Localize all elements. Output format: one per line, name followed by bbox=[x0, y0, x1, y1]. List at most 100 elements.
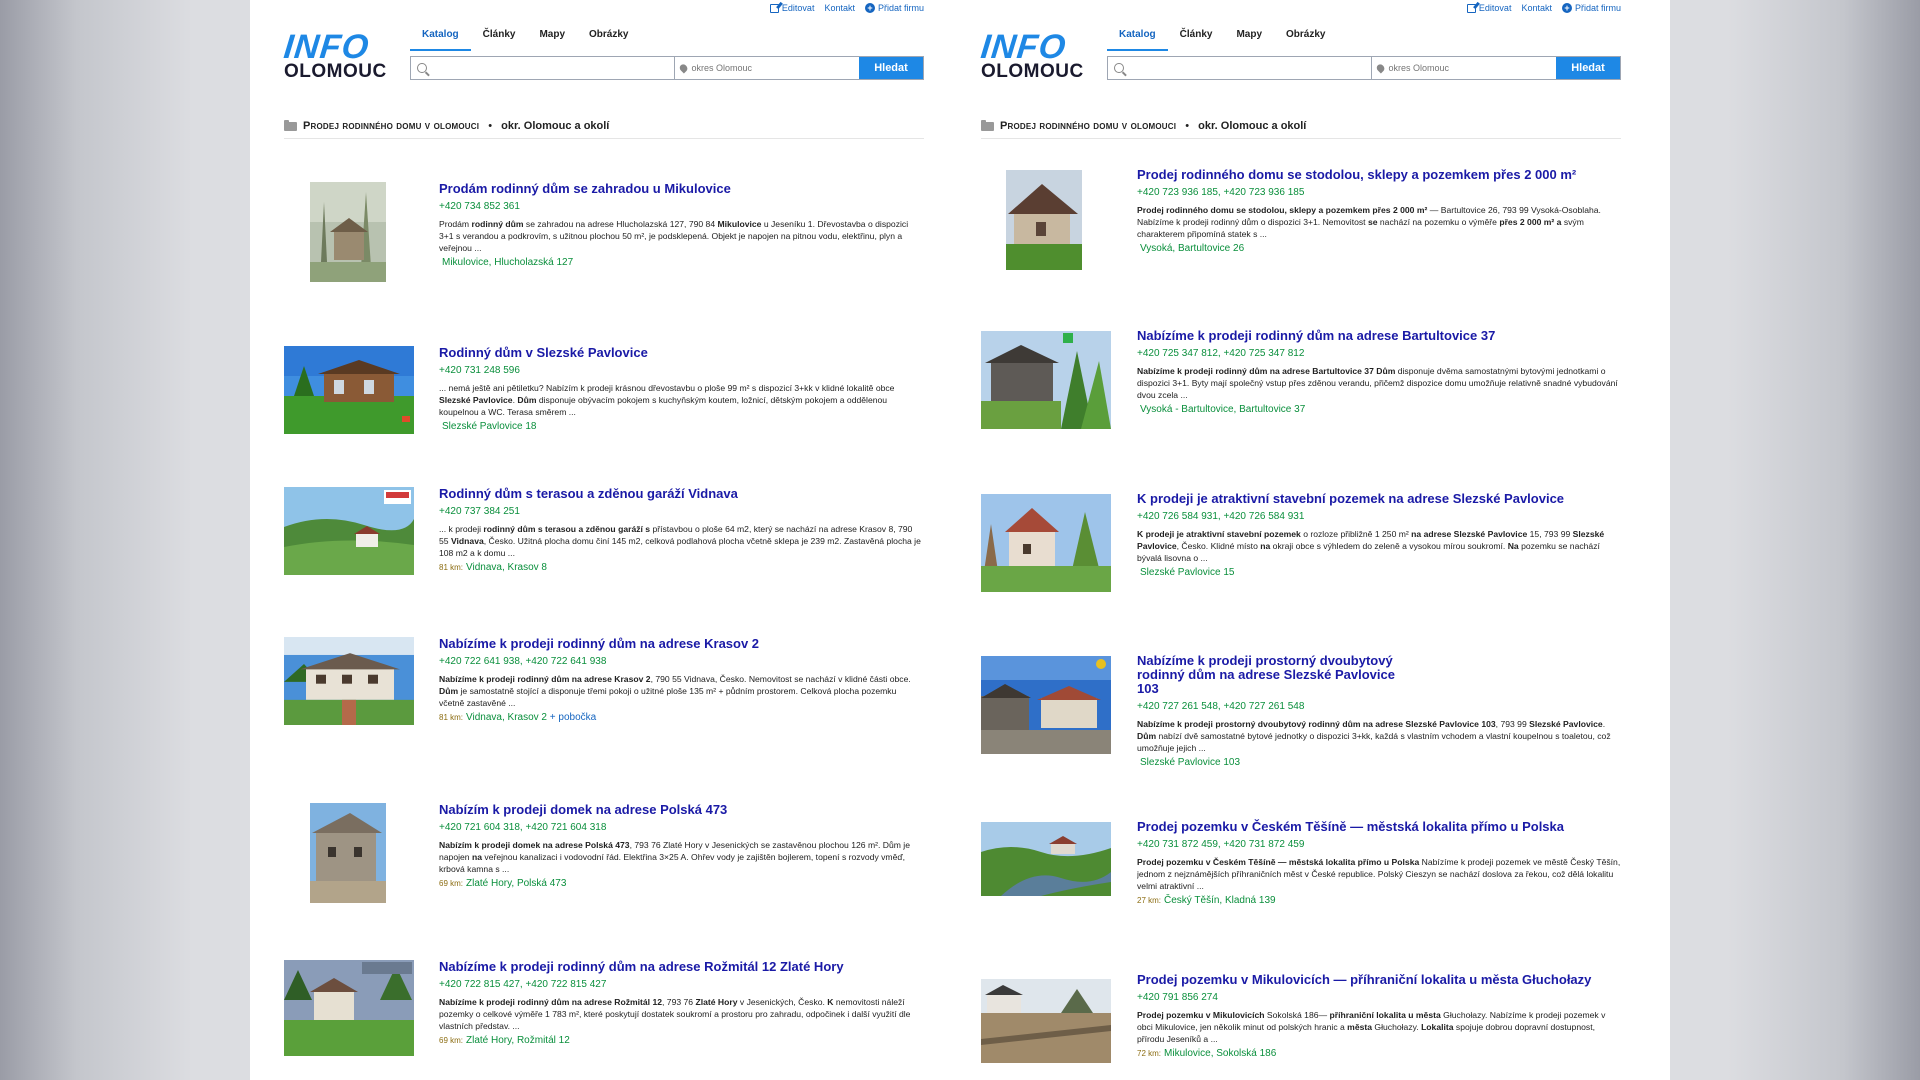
listing-thumbnail[interactable] bbox=[981, 979, 1111, 1063]
listing-thumbnail[interactable] bbox=[310, 803, 386, 903]
listing-address[interactable]: Zlaté Hory, Polská 473 bbox=[466, 878, 566, 889]
listing-description: Prodám rodinný dům se zahradou na adrese… bbox=[439, 219, 909, 253]
location-field bbox=[1372, 57, 1556, 79]
listing-address[interactable]: Zlaté Hory, Rožmitál 12 bbox=[466, 1035, 570, 1046]
listing-title[interactable]: Nabízíme k prodeji rodinný dům na adrese… bbox=[439, 637, 924, 651]
location-pin-icon bbox=[678, 62, 690, 74]
listing-thumbnail[interactable] bbox=[981, 656, 1111, 754]
top-links: Editovat Kontakt + Přidat firmu bbox=[1466, 3, 1621, 13]
listing-phone[interactable]: +420 727 261 548, +420 727 261 548 bbox=[1137, 701, 1621, 713]
listing-phone[interactable]: +420 723 936 185, +420 723 936 185 bbox=[1137, 187, 1621, 199]
listing-phone[interactable]: +420 731 872 459, +420 731 872 459 bbox=[1137, 839, 1621, 851]
listing-title[interactable]: Nabízíme k prodeji prostorný dvoubytový … bbox=[1137, 654, 1407, 696]
search-button[interactable]: Hledat bbox=[1556, 57, 1620, 79]
listing-thumbnail[interactable] bbox=[1006, 170, 1082, 270]
listing-description: Nabízíme k prodeji rodinný dům na adrese… bbox=[439, 997, 911, 1031]
breadcrumb-separator: • bbox=[1182, 120, 1193, 132]
location-input[interactable] bbox=[1388, 63, 1556, 73]
listing-phone[interactable]: +420 726 584 931, +420 726 584 931 bbox=[1137, 511, 1621, 523]
site-logo[interactable]: INFO OLOMOUC bbox=[979, 28, 1093, 81]
listing-thumbnail[interactable] bbox=[284, 487, 414, 575]
stone-barn-house-image bbox=[1006, 170, 1082, 270]
building-plot-image bbox=[981, 494, 1111, 592]
listing-thumbnail[interactable] bbox=[284, 637, 414, 725]
listing-phone[interactable]: +420 725 347 812, +420 725 347 812 bbox=[1137, 348, 1621, 360]
listing-phone[interactable]: +420 721 604 318, +420 721 604 318 bbox=[439, 822, 924, 834]
contact-link[interactable]: Kontakt bbox=[1521, 3, 1552, 13]
listing-address[interactable]: Český Těšín, Kladná 139 bbox=[1164, 895, 1276, 906]
listing-branch-link[interactable]: + pobočka bbox=[550, 712, 596, 723]
add-company-link[interactable]: + Přidat firmu bbox=[1561, 3, 1621, 13]
tab-obrazky[interactable]: Obrázky bbox=[577, 26, 640, 51]
listing-title[interactable]: Prodej pozemku v Českém Těšíně — městská… bbox=[1137, 820, 1621, 834]
listing-address-line: 81 km: Vidnava, Krasov 2 + pobočka bbox=[439, 712, 924, 724]
listing-address[interactable]: Slezské Pavlovice 15 bbox=[1140, 567, 1235, 578]
add-company-label: Přidat firmu bbox=[877, 3, 924, 13]
search-button[interactable]: Hledat bbox=[859, 57, 923, 79]
tab-katalog[interactable]: Katalog bbox=[1107, 26, 1168, 51]
listing-thumbnail[interactable] bbox=[284, 346, 414, 434]
listing-address[interactable]: Mikulovice, Hlucholazská 127 bbox=[442, 257, 573, 268]
listing-address[interactable]: Slezské Pavlovice 103 bbox=[1140, 757, 1240, 768]
listing-title[interactable]: Rodinný dům v Slezské Pavlovice bbox=[439, 346, 924, 360]
location-input[interactable] bbox=[691, 63, 859, 73]
breadcrumb-category[interactable]: Prodej rodinného domu v olomouci bbox=[1000, 120, 1176, 132]
tab-clanky[interactable]: Články bbox=[1168, 26, 1225, 51]
listing-description: Prodej rodinného domu se stodolou, sklep… bbox=[1137, 205, 1601, 239]
listing-description: Nabízíme k prodeji rodinný dům na adrese… bbox=[439, 674, 911, 708]
listing-phone[interactable]: +420 737 384 251 bbox=[439, 506, 924, 518]
listing-thumbnail[interactable] bbox=[981, 822, 1111, 896]
listing-address-line: Slezské Pavlovice 18 bbox=[439, 421, 924, 433]
tab-mapy[interactable]: Mapy bbox=[527, 26, 577, 51]
listing-title[interactable]: K prodeji je atraktivní stavební pozemek… bbox=[1137, 492, 1621, 506]
listing-description: Nabízíme k prodeji rodinný dům na adrese… bbox=[1137, 366, 1618, 400]
search-input[interactable] bbox=[432, 63, 674, 73]
listing-address[interactable]: Mikulovice, Sokolská 186 bbox=[1164, 1048, 1276, 1059]
listing-thumbnail[interactable] bbox=[981, 331, 1111, 429]
listing-address-line: Vysoká - Bartultovice, Bartultovice 37 bbox=[1137, 404, 1621, 416]
edit-link-label: Editovat bbox=[1478, 3, 1512, 13]
listing-phone[interactable]: +420 734 852 361 bbox=[439, 201, 924, 213]
breadcrumb-separator: • bbox=[485, 120, 496, 132]
listing-phone[interactable]: +420 791 856 274 bbox=[1137, 992, 1621, 1004]
listing-title[interactable]: Prodej pozemku v Mikulovicích — příhrani… bbox=[1137, 973, 1621, 987]
listing-title[interactable]: Nabízím k prodeji domek na adrese Polská… bbox=[439, 803, 924, 817]
listing-title[interactable]: Prodej rodinného domu se stodolou, sklep… bbox=[1137, 168, 1621, 182]
tab-obrazky[interactable]: Obrázky bbox=[1274, 26, 1337, 51]
listing-title[interactable]: Rodinný dům s terasou a zděnou garáží Vi… bbox=[439, 487, 924, 501]
listing-title[interactable]: Nabízíme k prodeji rodinný dům na adrese… bbox=[1137, 329, 1621, 343]
listing-address[interactable]: Vysoká, Bartultovice 26 bbox=[1140, 243, 1244, 254]
search-field bbox=[411, 57, 675, 79]
listing-phone[interactable]: +420 731 248 596 bbox=[439, 365, 924, 377]
listing-phone[interactable]: +420 722 815 427, +420 722 815 427 bbox=[439, 979, 924, 991]
listing-address[interactable]: Vysoká - Bartultovice, Bartultovice 37 bbox=[1140, 404, 1305, 415]
breadcrumb-region[interactable]: okr. Olomouc a okolí bbox=[501, 120, 609, 132]
tab-clanky[interactable]: Články bbox=[471, 26, 528, 51]
site-logo[interactable]: INFO OLOMOUC bbox=[282, 28, 396, 81]
listing-address[interactable]: Slezské Pavlovice 18 bbox=[442, 421, 537, 432]
listing-address-line: 69 km: Zlaté Hory, Polská 473 bbox=[439, 878, 924, 890]
edit-icon bbox=[1466, 3, 1476, 13]
tab-mapy[interactable]: Mapy bbox=[1224, 26, 1274, 51]
listing-thumbnail[interactable] bbox=[310, 182, 386, 282]
listing-thumbnail[interactable] bbox=[981, 494, 1111, 592]
search-input[interactable] bbox=[1129, 63, 1371, 73]
breadcrumb-region[interactable]: okr. Olomouc a okolí bbox=[1198, 120, 1306, 132]
listing-address-line: Mikulovice, Hlucholazská 127 bbox=[439, 257, 924, 269]
listing-distance: 69 km: bbox=[439, 879, 464, 888]
old-cottage-image bbox=[310, 803, 386, 903]
contact-link[interactable]: Kontakt bbox=[824, 3, 855, 13]
listing-title[interactable]: Nabízíme k prodeji rodinný dům na adrese… bbox=[439, 960, 924, 974]
listing-address[interactable]: Vidnava, Krasov 2 bbox=[466, 712, 547, 723]
left-screenshot: Editovat Kontakt + Přidat firmu INFO OLOM… bbox=[282, 0, 924, 1080]
listing-distance: 27 km: bbox=[1137, 896, 1162, 905]
listing-title[interactable]: Prodám rodinný dům se zahradou u Mikulov… bbox=[439, 182, 924, 196]
add-company-link[interactable]: + Přidat firmu bbox=[864, 3, 924, 13]
edit-link[interactable]: Editovat bbox=[1466, 3, 1512, 13]
listing-phone[interactable]: +420 722 641 938, +420 722 641 938 bbox=[439, 656, 924, 668]
breadcrumb-category[interactable]: Prodej rodinného domu v olomouci bbox=[303, 120, 479, 132]
edit-link[interactable]: Editovat bbox=[769, 3, 814, 13]
listing-address[interactable]: Vidnava, Krasov 8 bbox=[466, 562, 547, 573]
listing-thumbnail[interactable] bbox=[284, 960, 414, 1056]
tab-katalog[interactable]: Katalog bbox=[410, 26, 471, 51]
